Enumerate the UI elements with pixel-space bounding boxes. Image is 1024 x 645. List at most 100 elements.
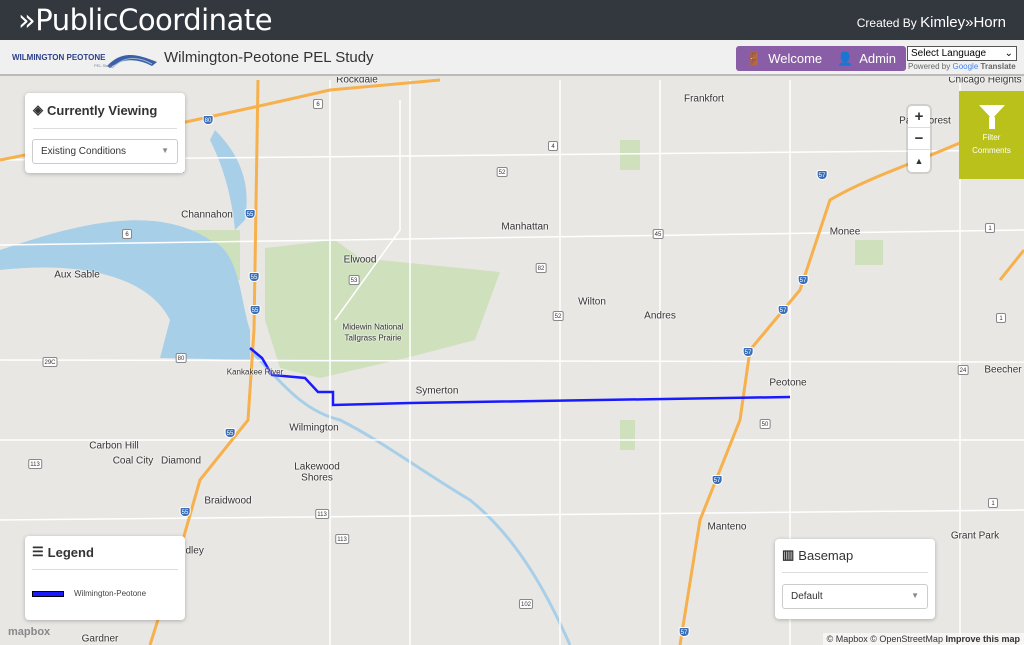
interstate-shield: 55 (224, 428, 236, 438)
door-icon: 🚪 (746, 50, 763, 66)
language-select[interactable]: Select Language ⌄ (907, 46, 1017, 61)
place-label: Channahon (181, 209, 233, 221)
route-shield: 29C (42, 357, 58, 367)
comments-label: Comments (972, 146, 1011, 155)
mapbox-logo[interactable]: mapbox (8, 626, 50, 638)
translate-link[interactable]: Translate (981, 62, 1016, 71)
place-label: Frankfort (683, 93, 725, 105)
place-label: Lakewood (294, 461, 340, 473)
place-label: Gardner (81, 633, 119, 645)
legend-swatch (32, 591, 64, 597)
user-lock-icon: 👤 (837, 50, 854, 66)
route-shield: 113 (315, 509, 329, 519)
study-title: Wilmington-Peotone PEL Study (164, 49, 374, 66)
zoom-in-button[interactable]: + (908, 106, 930, 128)
place-label: Grant Park (950, 530, 1000, 542)
project-logo: WILMINGTON PEOTONE PEL Study (12, 48, 157, 70)
park-areas (190, 140, 883, 450)
route-shield: 1 (996, 313, 1006, 323)
logo-text: WILMINGTON PEOTONE (12, 53, 106, 62)
compass-button[interactable]: ▲ (908, 150, 930, 172)
publiccoordinate-logo[interactable]: »PublicCoordinate (18, 3, 273, 37)
interstate-shield: 55 (179, 507, 191, 517)
filter-icon (978, 105, 1005, 129)
created-by: Created By Kimley»Horn (857, 14, 1006, 31)
list-icon: ☰ (32, 544, 44, 559)
basemap-select[interactable]: Default ▼ (782, 584, 928, 609)
route-shield: 4 (548, 141, 558, 151)
interstate-shield: 57 (678, 627, 690, 637)
filter-label: Filter (982, 133, 1001, 142)
interstate-shield: 55 (244, 209, 256, 219)
route-shield: 52 (496, 167, 508, 177)
place-label: Elwood (343, 254, 377, 266)
admin-button[interactable]: 👤 Admin (827, 46, 907, 71)
kimley-horn-logo: Kimley»Horn (920, 14, 1006, 31)
route-shield: 113 (28, 459, 42, 469)
place-label: Tallgrass Prairie (344, 333, 402, 343)
place-label: Manhattan (501, 221, 549, 233)
admin-label: Admin (859, 51, 897, 66)
place-label: Rockdale (336, 77, 378, 86)
improve-map-link[interactable]: Improve this map (945, 634, 1020, 644)
basemap-header: ▥ Basemap (782, 547, 853, 563)
currently-viewing-panel: ◈ Currently Viewing Existing Conditions ▼ (25, 93, 185, 173)
place-label: Wilmington (289, 422, 339, 434)
attribution-text[interactable]: © Mapbox © OpenStreetMap (827, 634, 943, 644)
layers-icon: ◈ (33, 102, 43, 117)
divider (33, 128, 177, 129)
place-label: Shores (301, 472, 333, 484)
basemap-panel: ▥ Basemap Default ▼ (775, 539, 935, 619)
interstate-shield: 57 (816, 170, 828, 180)
divider (782, 572, 928, 573)
route-shield: 1 (985, 223, 995, 233)
place-label: Wilton (578, 296, 606, 308)
place-label: Peotone (769, 377, 807, 389)
map-icon: ▥ (782, 547, 795, 562)
place-label: Diamond (160, 455, 202, 467)
view-select[interactable]: Existing Conditions ▼ (32, 139, 178, 164)
currently-viewing-title: Currently Viewing (47, 102, 158, 118)
route-shield: 6 (122, 229, 132, 239)
powered-by-text: Powered by (908, 62, 951, 71)
place-label: Symerton (415, 385, 459, 397)
route-shield: 80 (175, 353, 187, 363)
interstate-shield: 57 (711, 475, 723, 485)
divider (32, 569, 178, 570)
place-label: Kankakee River (226, 367, 284, 377)
interstate-shield: 57 (742, 347, 754, 357)
legend-title: Legend (47, 544, 94, 560)
chevron-down-icon: ⌄ (1004, 48, 1013, 59)
legend-item-label: Wilmington-Peotone (74, 589, 147, 598)
place-label: Andres (644, 310, 676, 322)
zoom-out-button[interactable]: − (908, 128, 930, 150)
place-label: Manteno (707, 521, 747, 533)
welcome-button[interactable]: 🚪 Welcome (736, 46, 833, 71)
place-label: Aux Sable (54, 269, 100, 281)
welcome-label: Welcome (768, 51, 823, 66)
map-attribution: © Mapbox © OpenStreetMap Improve this ma… (822, 633, 1024, 645)
interstate-shield: 57 (797, 275, 809, 285)
language-select-value: Select Language (911, 48, 987, 59)
route-shield: 82 (535, 263, 547, 273)
route-shield: 102 (518, 599, 534, 609)
filter-comments-button[interactable]: Filter Comments (959, 91, 1024, 179)
currently-viewing-header: ◈ Currently Viewing (33, 102, 157, 118)
interstate-shield: 57 (777, 305, 789, 315)
route-shield: 113 (335, 534, 349, 544)
place-label: Carbon Hill (89, 440, 139, 452)
place-label: Beecher (984, 364, 1022, 376)
place-label: Monee (829, 226, 861, 238)
google-logo: Google (952, 62, 979, 71)
place-label: Midewin National (342, 322, 404, 332)
zoom-control: + − ▲ (908, 106, 930, 172)
basemap-select-value: Default (791, 591, 823, 602)
route-shield: 53 (348, 275, 360, 285)
place-label: Chicago Heights (948, 77, 1022, 86)
route-shield: 50 (759, 419, 771, 429)
route-shield: 1 (988, 498, 998, 508)
interstate-shield: 80 (202, 115, 214, 125)
legend-header: ☰ Legend (32, 544, 94, 560)
legend-panel: ☰ Legend Wilmington-Peotone (25, 536, 185, 620)
place-label: Coal City (112, 455, 154, 467)
